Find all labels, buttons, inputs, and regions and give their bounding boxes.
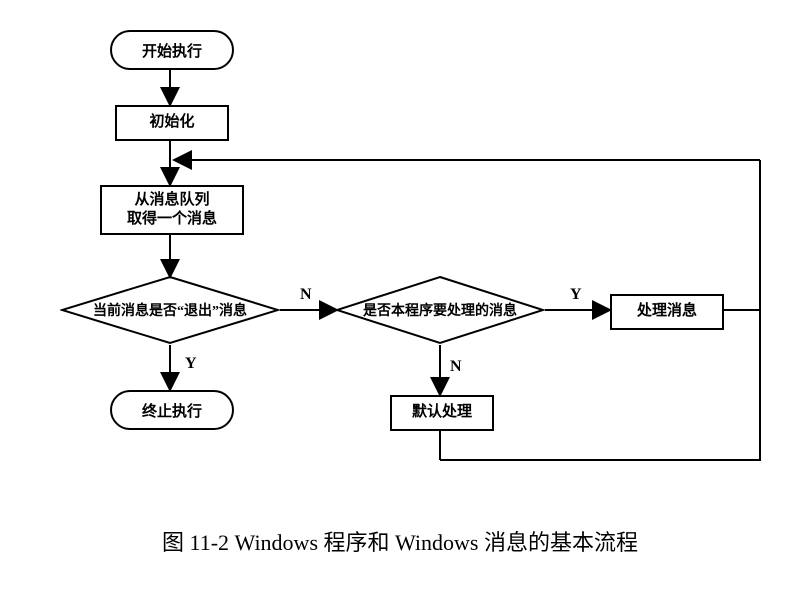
default-label: 默认处理 <box>412 403 472 423</box>
figure-caption: 图 11-2 Windows 程序和 Windows 消息的基本流程 <box>0 525 800 557</box>
label-d1-yes: Y <box>185 355 197 373</box>
end-label: 终止执行 <box>142 400 202 421</box>
terminator-start: 开始执行 <box>110 30 234 70</box>
process-init: 初始化 <box>115 105 229 141</box>
decision-handled: 是否本程序要处理的消息 <box>335 275 545 345</box>
process-getmsg: 从消息队列 取得一个消息 <box>100 185 244 235</box>
label-d2-no: N <box>450 358 462 376</box>
decision2-label: 是否本程序要处理的消息 <box>363 300 517 320</box>
decision1-label: 当前消息是否“退出”消息 <box>93 300 247 320</box>
caption-text: 图 11-2 Windows 程序和 Windows 消息的基本流程 <box>162 530 638 555</box>
process-msg-label: 处理消息 <box>637 302 697 322</box>
label-d1-no: N <box>300 286 312 304</box>
start-label: 开始执行 <box>142 40 202 61</box>
getmsg-label: 从消息队列 取得一个消息 <box>127 191 217 230</box>
process-default: 默认处理 <box>390 395 494 431</box>
terminator-end: 终止执行 <box>110 390 234 430</box>
flowchart-canvas: 开始执行 初始化 从消息队列 取得一个消息 当前消息是否“退出”消息 是否本程序… <box>0 0 800 600</box>
decision-quit: 当前消息是否“退出”消息 <box>60 275 280 345</box>
label-d2-yes: Y <box>570 286 582 304</box>
init-label: 初始化 <box>149 113 194 133</box>
process-handle-msg: 处理消息 <box>610 294 724 330</box>
